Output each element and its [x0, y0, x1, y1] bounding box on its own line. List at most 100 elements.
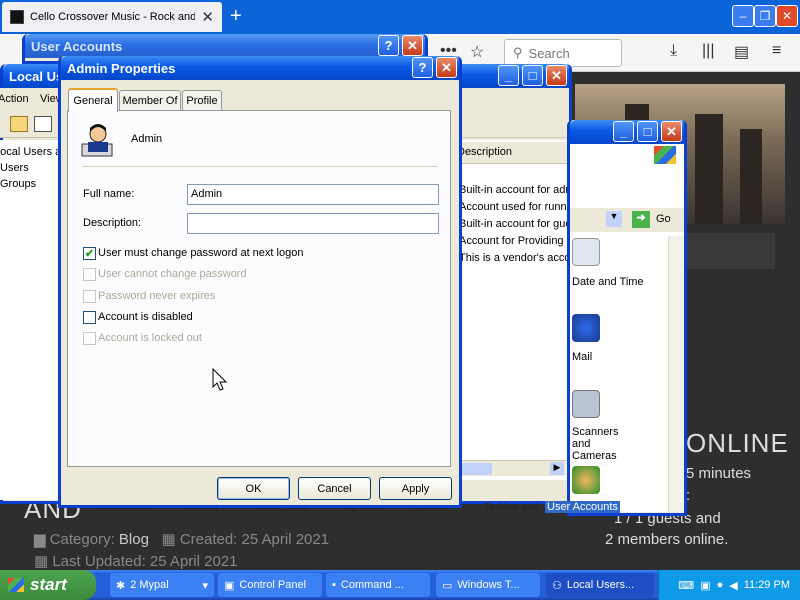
- sidebar-icon[interactable]: ▤: [734, 42, 749, 62]
- menu-icon[interactable]: ≡: [772, 42, 781, 60]
- column-header-description[interactable]: Description: [455, 142, 567, 164]
- maximize-button[interactable]: □: [522, 65, 543, 86]
- windows-logo-icon: [8, 578, 24, 592]
- browser-search-box[interactable]: ⚲ Search: [504, 39, 622, 67]
- list-item[interactable]: This is a vendor's account: [459, 252, 567, 264]
- close-button[interactable]: ✕: [546, 65, 567, 86]
- article-updated: ▦ Last Updated: 25 April 2021: [34, 553, 238, 570]
- download-icon[interactable]: ⤓: [670, 42, 677, 60]
- full-name-label: Full name:: [83, 188, 135, 200]
- site-favicon-icon: [10, 10, 24, 24]
- account-disabled-label[interactable]: Account is disabled: [98, 311, 193, 323]
- close-tab-icon[interactable]: ✕: [201, 8, 214, 26]
- up-folder-icon[interactable]: [10, 116, 28, 132]
- must-change-password-checkbox[interactable]: ✔: [83, 247, 96, 260]
- local-users-tree: Local Users and Users Groups: [0, 140, 74, 500]
- network-icon[interactable]: ▣: [700, 579, 710, 592]
- date-time-icon[interactable]: [572, 238, 600, 266]
- minimize-button[interactable]: _: [613, 121, 634, 142]
- list-item[interactable]: Built-in account for adminis: [459, 184, 567, 196]
- menu-action[interactable]: Action: [0, 93, 29, 105]
- apply-button[interactable]: Apply: [379, 477, 452, 500]
- start-button[interactable]: start: [0, 570, 96, 600]
- scroll-right-icon[interactable]: ▶: [550, 462, 564, 475]
- search-icon: ⚲: [513, 45, 523, 60]
- password-never-expires-label: Password never expires: [98, 290, 216, 302]
- control-panel-icon: ▣: [224, 579, 235, 592]
- new-tab-icon[interactable]: +: [230, 5, 242, 28]
- taskbar-item-windows-task[interactable]: ▭ Windows T...: [436, 573, 540, 597]
- cp-item-user-accounts[interactable]: User Accounts: [545, 501, 620, 513]
- minimize-browser-button[interactable]: –: [732, 5, 754, 27]
- keyboard-icon[interactable]: ⌨: [678, 579, 694, 592]
- online-line-1: 5 minutes: [686, 465, 752, 482]
- minimize-button[interactable]: _: [498, 65, 519, 86]
- description-label: Description:: [83, 217, 142, 229]
- tab-profile[interactable]: Profile: [182, 90, 222, 111]
- mail-icon[interactable]: [572, 314, 600, 342]
- tree-users[interactable]: Users: [0, 162, 29, 174]
- browser-tab[interactable]: Cello Crossover Music - Rock and M ✕: [2, 2, 222, 32]
- online-heading: ONLINE: [686, 428, 789, 458]
- help-button[interactable]: ?: [412, 57, 433, 78]
- taskbar-item-control-panel[interactable]: ▣ Control Panel: [218, 573, 322, 597]
- maximize-button[interactable]: □: [637, 121, 658, 142]
- close-button[interactable]: ✕: [402, 35, 423, 56]
- bookmark-star-icon[interactable]: ☆: [470, 42, 484, 62]
- close-button[interactable]: ✕: [661, 121, 682, 142]
- volume-icon[interactable]: ◀: [729, 579, 737, 592]
- close-browser-button[interactable]: ✕: [776, 5, 798, 27]
- account-locked-checkbox[interactable]: [83, 332, 96, 345]
- address-bar: ▼ ➜ Go: [570, 208, 684, 232]
- category-link[interactable]: Blog: [119, 531, 149, 548]
- list-item[interactable]: Account for Providing Rem: [459, 235, 567, 247]
- horizontal-scrollbar[interactable]: ▶: [452, 460, 566, 476]
- dialog-title: Admin Properties: [61, 56, 459, 80]
- list-item[interactable]: Built-in account for guest a: [459, 218, 567, 230]
- help-button[interactable]: ?: [378, 35, 399, 56]
- cannot-change-password-checkbox[interactable]: [83, 268, 96, 281]
- general-tab-panel: [67, 110, 451, 467]
- library-icon[interactable]: |||: [702, 42, 714, 60]
- close-dialog-button[interactable]: ✕: [436, 57, 457, 78]
- user-name-heading: Admin: [131, 133, 163, 145]
- maximize-browser-button[interactable]: ❐: [754, 5, 776, 27]
- article-category: ▆ Category: Blog ▦ Created: 25 April 202…: [34, 531, 330, 548]
- scanner-icon[interactable]: [572, 390, 600, 418]
- cp-item-date-time[interactable]: Date and Time: [572, 276, 644, 288]
- cp-item-mail[interactable]: Mail: [572, 351, 592, 363]
- calendar-icon: ▦: [153, 531, 180, 548]
- go-button[interactable]: Go: [656, 213, 671, 225]
- address-dropdown-icon[interactable]: ▼: [606, 211, 622, 227]
- show-tree-icon[interactable]: [34, 116, 52, 132]
- mouse-cursor-icon: [212, 368, 228, 391]
- user-accounts-icon[interactable]: [572, 466, 600, 494]
- search-placeholder: Search: [528, 45, 570, 61]
- tab-member-of[interactable]: Member Of: [119, 90, 181, 111]
- safely-remove-icon[interactable]: ●: [717, 579, 724, 591]
- cancel-button[interactable]: Cancel: [298, 477, 371, 500]
- password-never-expires-checkbox[interactable]: [83, 290, 96, 303]
- taskbar-item-command[interactable]: ▪ Command ...: [326, 573, 430, 597]
- taskbar-item-mypal[interactable]: ✱ 2 Mypal ▾: [110, 573, 214, 597]
- taskbar-item-local-users[interactable]: ⚇ Local Users...: [546, 573, 654, 597]
- cannot-change-password-label: User cannot change password: [98, 268, 247, 280]
- must-change-password-label[interactable]: User must change password at next logon: [98, 247, 303, 259]
- go-arrow-icon[interactable]: ➜: [632, 211, 650, 228]
- tree-groups[interactable]: Groups: [0, 178, 36, 190]
- tab-general[interactable]: General: [68, 88, 118, 112]
- vertical-scrollbar[interactable]: [668, 236, 684, 512]
- start-label: start: [30, 575, 67, 594]
- cp-item-scanners[interactable]: Scanners and Cameras: [572, 426, 632, 462]
- description-field[interactable]: [187, 213, 439, 234]
- clock[interactable]: 11:29 PM: [744, 579, 790, 591]
- ok-button[interactable]: OK: [217, 477, 290, 500]
- list-item[interactable]: Account used for running: [459, 201, 567, 213]
- cp-item-taskbar[interactable]: Taskbar and: [484, 502, 538, 516]
- command-prompt-icon: ▪: [332, 579, 336, 591]
- account-disabled-checkbox[interactable]: [83, 311, 96, 324]
- mypal-icon: ✱: [116, 579, 126, 592]
- full-name-field[interactable]: Admin: [187, 184, 439, 205]
- folder-icon: ▆: [34, 531, 50, 548]
- divider: [82, 166, 438, 167]
